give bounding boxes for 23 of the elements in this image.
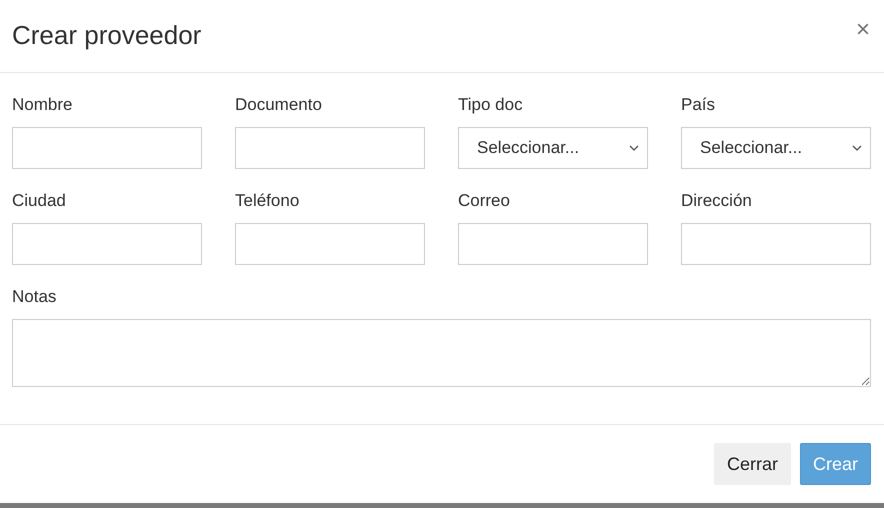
field-label: Documento: [235, 95, 322, 115]
field-label: Tipo doc: [458, 95, 523, 115]
input-field[interactable]: [235, 223, 425, 265]
input-field[interactable]: [235, 127, 425, 169]
field-label: Nombre: [12, 95, 72, 115]
close-dialog-button[interactable]: Cerrar: [714, 443, 791, 485]
field-label: Notas: [12, 287, 56, 307]
close-button[interactable]: ×: [854, 18, 872, 42]
select-field[interactable]: Seleccionar...: [458, 127, 648, 169]
input-field[interactable]: [12, 223, 202, 265]
field-label: País: [681, 95, 716, 115]
input-field[interactable]: [458, 223, 648, 265]
notes-field[interactable]: [12, 319, 871, 387]
field-label: Dirección: [681, 191, 752, 211]
select-field[interactable]: Seleccionar...: [681, 127, 871, 169]
field-label: Ciudad: [12, 191, 66, 211]
chevron-icon: [852, 145, 862, 151]
input-field[interactable]: [12, 127, 202, 169]
chevron-icon: [629, 145, 639, 151]
input-field[interactable]: [681, 223, 871, 265]
field-label: Correo: [458, 191, 510, 211]
field-label: Teléfono: [235, 191, 300, 211]
dialog-title: Crear proveedor: [12, 20, 202, 50]
